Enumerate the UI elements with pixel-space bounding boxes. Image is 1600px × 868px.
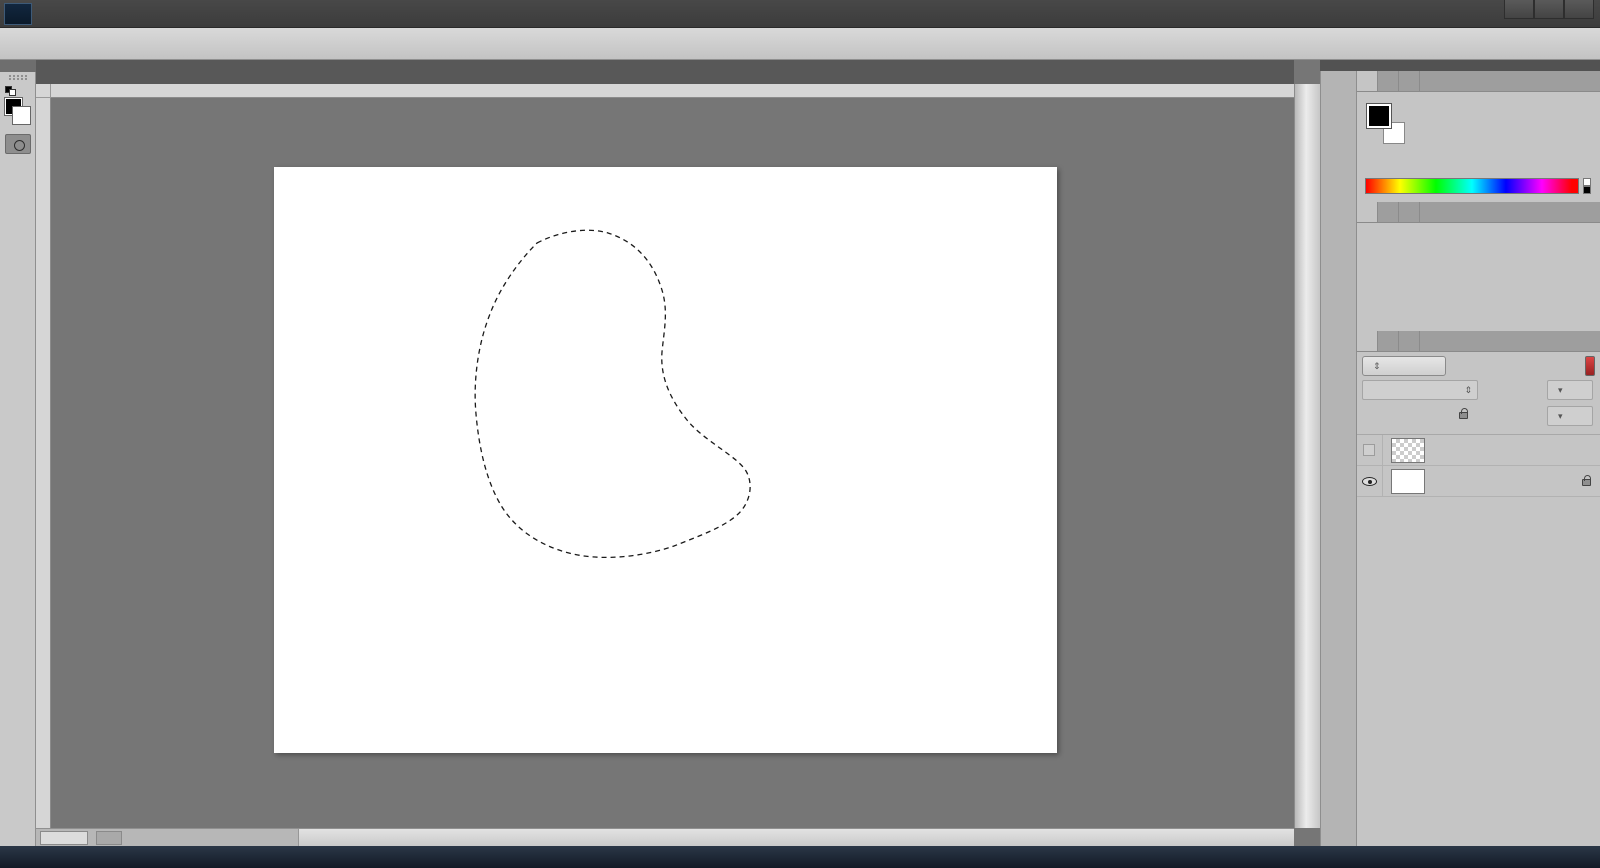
menubar	[0, 0, 1600, 28]
tab-paths[interactable]	[1399, 331, 1420, 351]
toolbar-collapse-button[interactable]	[0, 60, 36, 72]
visibility-cell[interactable]	[1357, 435, 1383, 466]
tab-history[interactable]	[1399, 71, 1420, 91]
minimize-button[interactable]	[1504, 0, 1534, 19]
tab-swatches[interactable]	[1378, 71, 1399, 91]
status-bar	[36, 828, 1294, 846]
layer-row[interactable]	[1357, 435, 1600, 466]
horizontal-scrollbar[interactable]	[298, 829, 1294, 847]
tools-panel	[0, 60, 36, 846]
vertical-ruler[interactable]	[36, 98, 51, 828]
tab-info[interactable]	[1399, 202, 1420, 222]
zoom-level-field[interactable]	[40, 831, 88, 845]
visibility-cell[interactable]	[1357, 466, 1383, 497]
tab-styles[interactable]	[1378, 202, 1399, 222]
photoshop-logo	[4, 3, 32, 25]
horizontal-ruler[interactable]	[51, 84, 1294, 98]
adjustments-panel-tabs	[1357, 202, 1600, 223]
spectrum-white-swatch[interactable]	[1583, 178, 1591, 186]
quick-mask-button[interactable]	[5, 134, 31, 154]
layers-panel-body: ⇕ ⇕ ▾ ▾	[1357, 352, 1600, 868]
layer-thumbnail[interactable]	[1391, 438, 1425, 463]
lock-icon	[1582, 479, 1591, 486]
fill-select[interactable]: ▾	[1547, 406, 1593, 426]
layer-filter-select[interactable]: ⇕	[1362, 356, 1446, 376]
color-swatches	[4, 98, 32, 128]
opacity-select[interactable]: ▾	[1547, 380, 1593, 400]
layers-filter-row: ⇕	[1357, 354, 1600, 378]
window-controls	[1504, 0, 1594, 19]
screen-mode-button[interactable]	[5, 160, 31, 180]
swatch-utility-row	[4, 82, 32, 96]
panel-dock: ⇕ ⇕ ▾ ▾	[1356, 71, 1600, 848]
color-spectrum-ramp[interactable]	[1365, 178, 1579, 194]
document-canvas[interactable]	[274, 167, 1057, 753]
maximize-button[interactable]	[1534, 0, 1564, 19]
status-sync-icon[interactable]	[96, 831, 122, 845]
ruler-corner[interactable]	[36, 84, 51, 98]
document-tabbar	[36, 60, 1294, 84]
layer-filter-toggle[interactable]	[1585, 356, 1595, 376]
options-bar: ⇕ ▾ ▾ ▾ ▾ ⇕	[0, 28, 1600, 60]
eye-icon[interactable]	[1362, 477, 1377, 486]
toolbar-grip[interactable]	[9, 75, 27, 80]
tab-adjustments[interactable]	[1357, 202, 1378, 222]
layers-panel-tabs	[1357, 331, 1600, 352]
pen-path-outline[interactable]	[274, 167, 1057, 753]
layer-row[interactable]	[1357, 466, 1600, 497]
close-button[interactable]	[1564, 0, 1594, 19]
layers-list	[1357, 434, 1600, 497]
foreground-color-swatch-panel[interactable]	[1367, 104, 1391, 128]
visibility-off-icon[interactable]	[1363, 444, 1375, 456]
tab-channels[interactable]	[1378, 331, 1399, 351]
spectrum-black-swatch[interactable]	[1583, 186, 1591, 194]
layer-thumbnail[interactable]	[1391, 469, 1425, 494]
tab-layers[interactable]	[1357, 331, 1378, 351]
windows-taskbar	[0, 846, 1600, 868]
tab-overflow-button[interactable]	[1266, 60, 1294, 84]
blend-mode-select[interactable]: ⇕	[1362, 380, 1478, 400]
menu-items	[42, 0, 284, 28]
lock-row: ▾	[1357, 406, 1600, 430]
dock-collapse-button[interactable]	[1356, 60, 1600, 71]
color-panel-tabs	[1357, 71, 1600, 92]
adjustments-panel-body	[1357, 223, 1600, 331]
background-color-swatch[interactable]	[13, 107, 30, 124]
lock-all-icon[interactable]	[1459, 412, 1468, 419]
tab-color[interactable]	[1357, 71, 1378, 91]
iconstrip-collapse-button[interactable]	[1320, 60, 1356, 71]
blend-mode-row: ⇕ ▾	[1357, 380, 1600, 404]
default-colors-bg-icon[interactable]	[9, 89, 16, 96]
color-panel-body	[1357, 92, 1600, 202]
panel-icon-strip	[1320, 71, 1356, 846]
vertical-scrollbar[interactable]	[1294, 84, 1320, 828]
